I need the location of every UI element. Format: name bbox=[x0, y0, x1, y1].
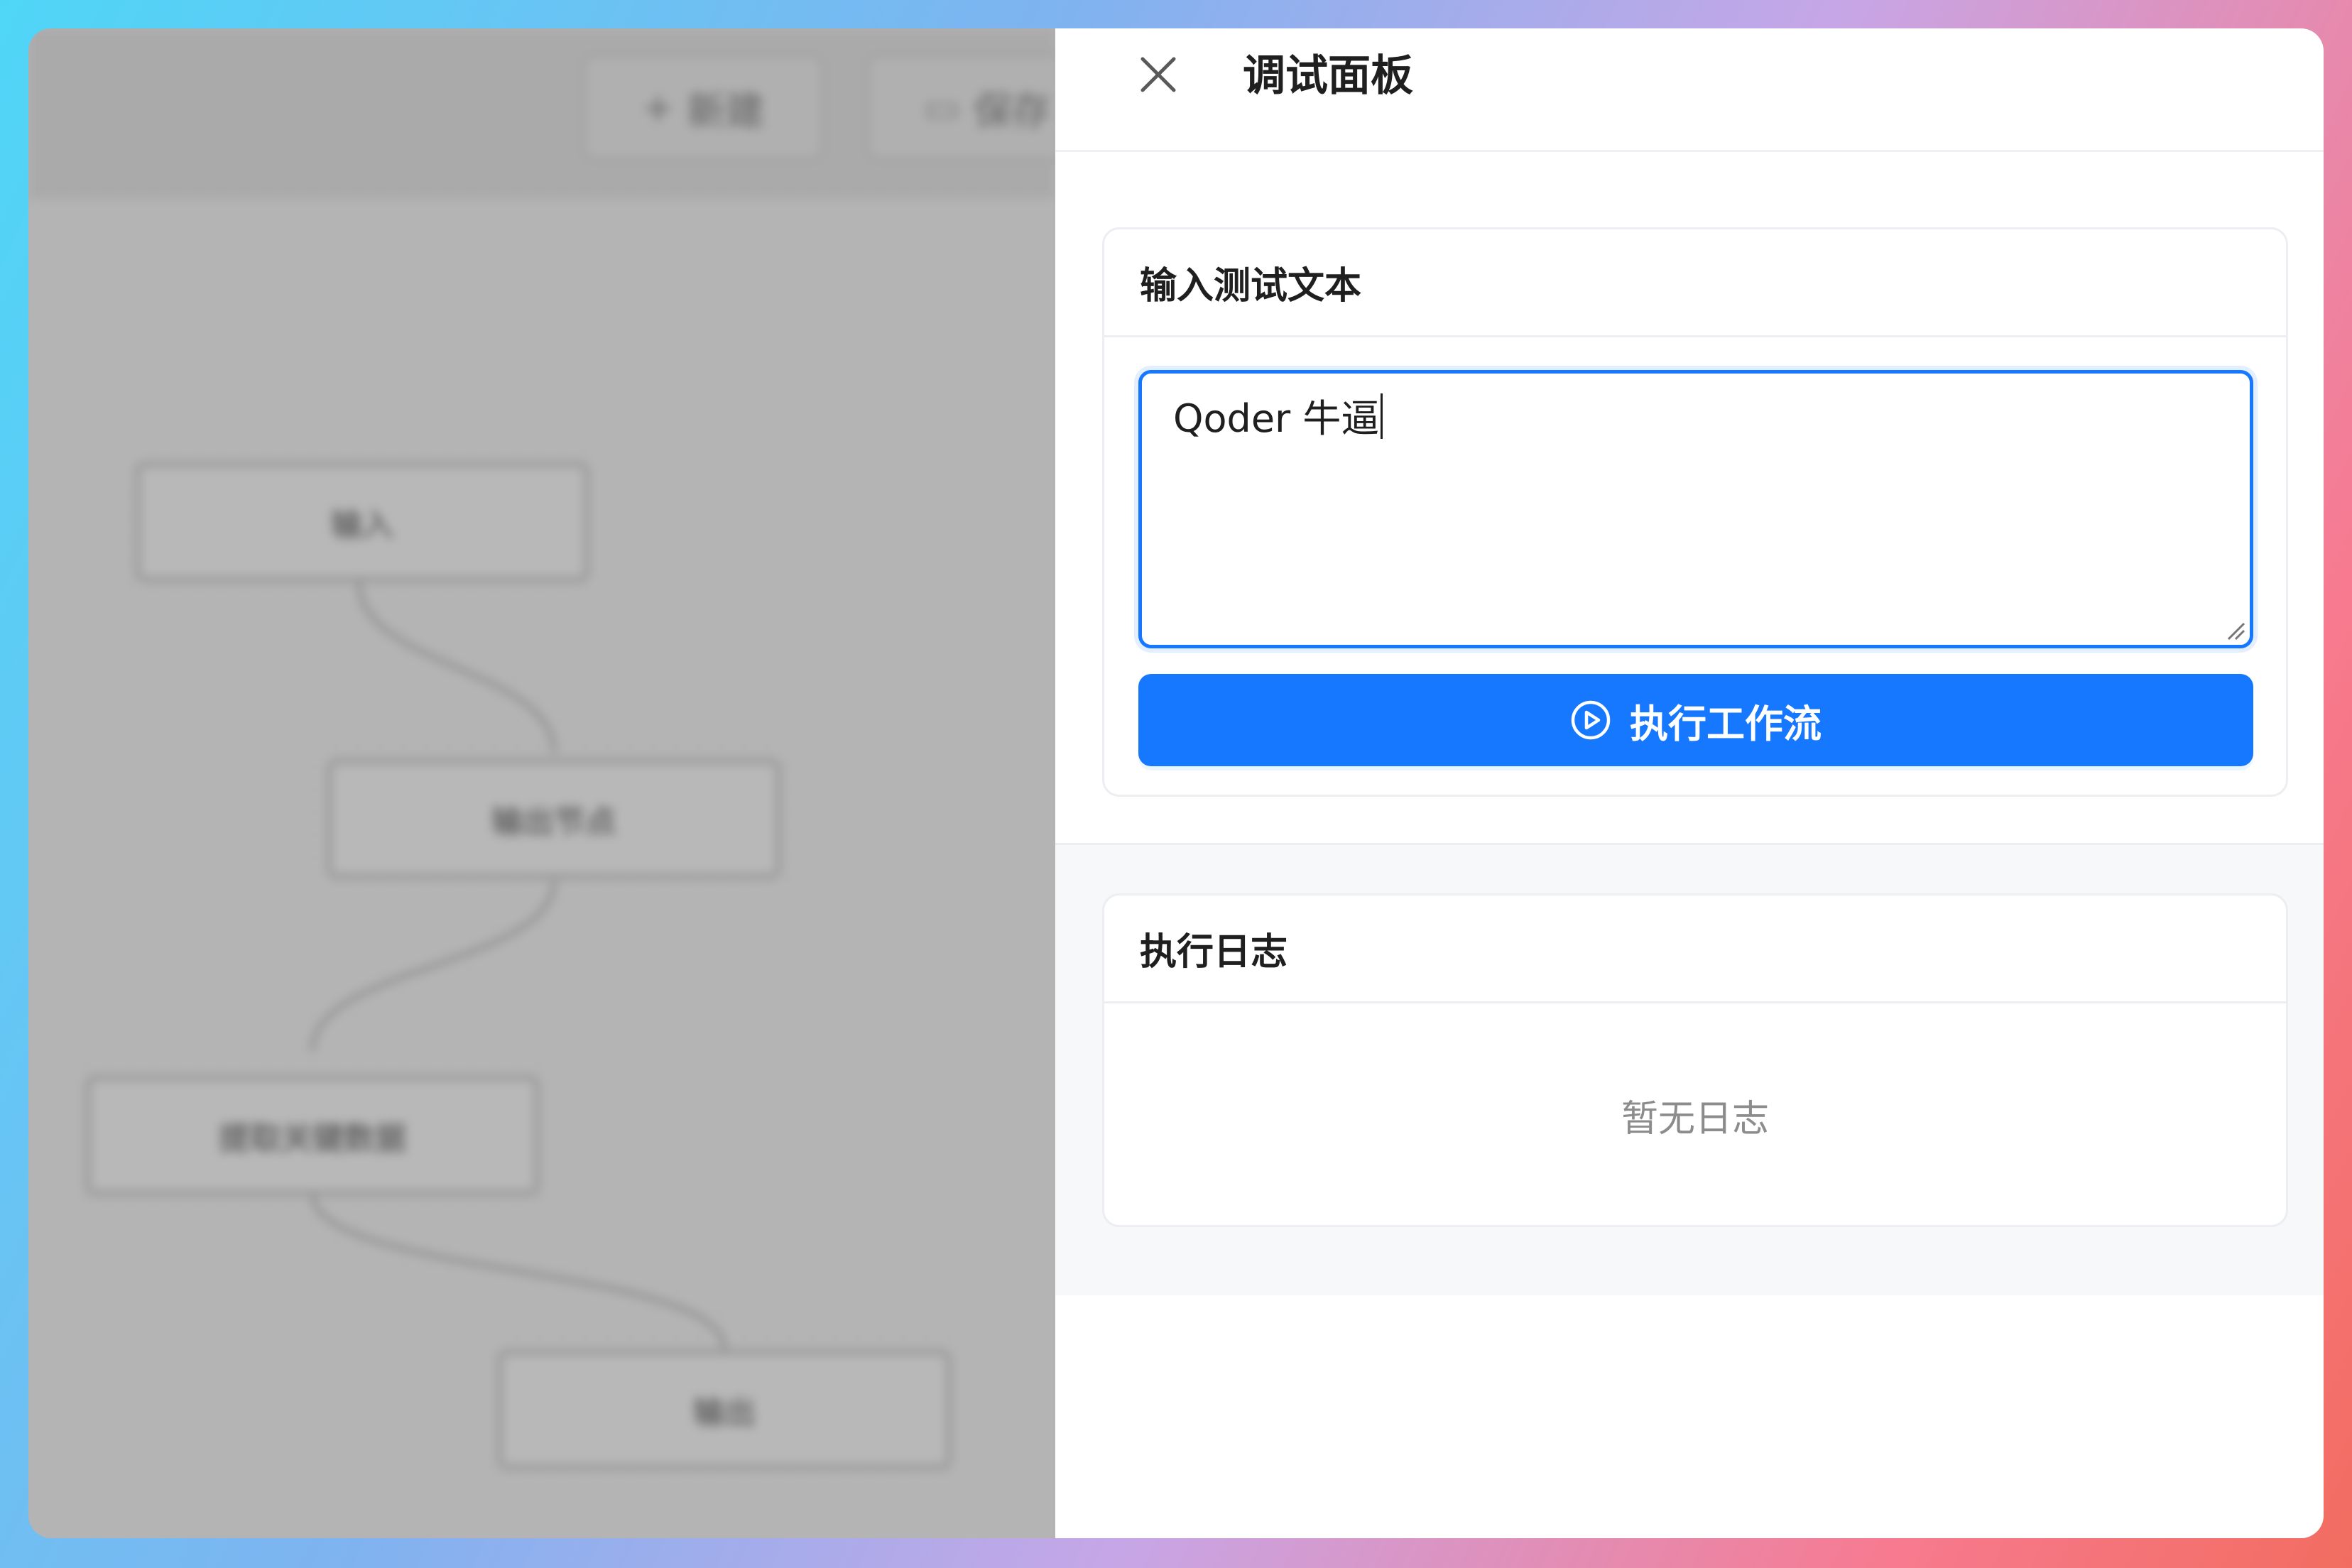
close-button[interactable] bbox=[1133, 50, 1183, 99]
empty-log-text: 暂无日志 bbox=[1621, 1098, 1769, 1140]
play-circle-icon bbox=[1571, 700, 1611, 740]
drawer-title: 调试面板 bbox=[1243, 51, 1413, 101]
text-caret bbox=[1381, 393, 1383, 439]
drawer-header: 调试面板 bbox=[1055, 28, 2324, 152]
debug-drawer: 调试面板 输入测试文本 Qoder 牛逼 执行工作流 执行日志 暂无日志 bbox=[1055, 28, 2324, 1538]
workflow-node-input[interactable]: 输入 bbox=[135, 462, 589, 582]
workflow-canvas: + 新建 ▭ 保存 输入 输出节点 提取关键数据 输出 bbox=[28, 28, 1108, 1538]
workflow-node-end[interactable]: 输出 bbox=[497, 1349, 952, 1470]
run-workflow-label: 执行工作流 bbox=[1630, 701, 1822, 746]
input-card: 输入测试文本 Qoder 牛逼 执行工作流 bbox=[1102, 227, 2288, 797]
input-card-title: 输入测试文本 bbox=[1104, 229, 2286, 337]
app-window: + 新建 ▭ 保存 输入 输出节点 提取关键数据 输出 调试面板 输入测试文本 … bbox=[28, 28, 2324, 1538]
drawer-body: 输入测试文本 Qoder 牛逼 执行工作流 执行日志 暂无日志 bbox=[1055, 152, 2324, 1295]
input-section: 输入测试文本 Qoder 牛逼 执行工作流 bbox=[1055, 152, 2324, 845]
workflow-node-output[interactable]: 输出节点 bbox=[327, 758, 781, 879]
run-workflow-button[interactable]: 执行工作流 bbox=[1138, 674, 2253, 766]
test-text-value: Qoder 牛逼 bbox=[1173, 396, 1380, 441]
test-text-input[interactable]: Qoder 牛逼 bbox=[1138, 370, 2253, 648]
log-card: 执行日志 暂无日志 bbox=[1102, 893, 2288, 1227]
close-icon bbox=[1140, 57, 1176, 92]
workflow-node-extract[interactable]: 提取关键数据 bbox=[85, 1075, 540, 1196]
log-card-title: 执行日志 bbox=[1104, 895, 2286, 1003]
resize-handle-icon[interactable] bbox=[2226, 621, 2245, 641]
